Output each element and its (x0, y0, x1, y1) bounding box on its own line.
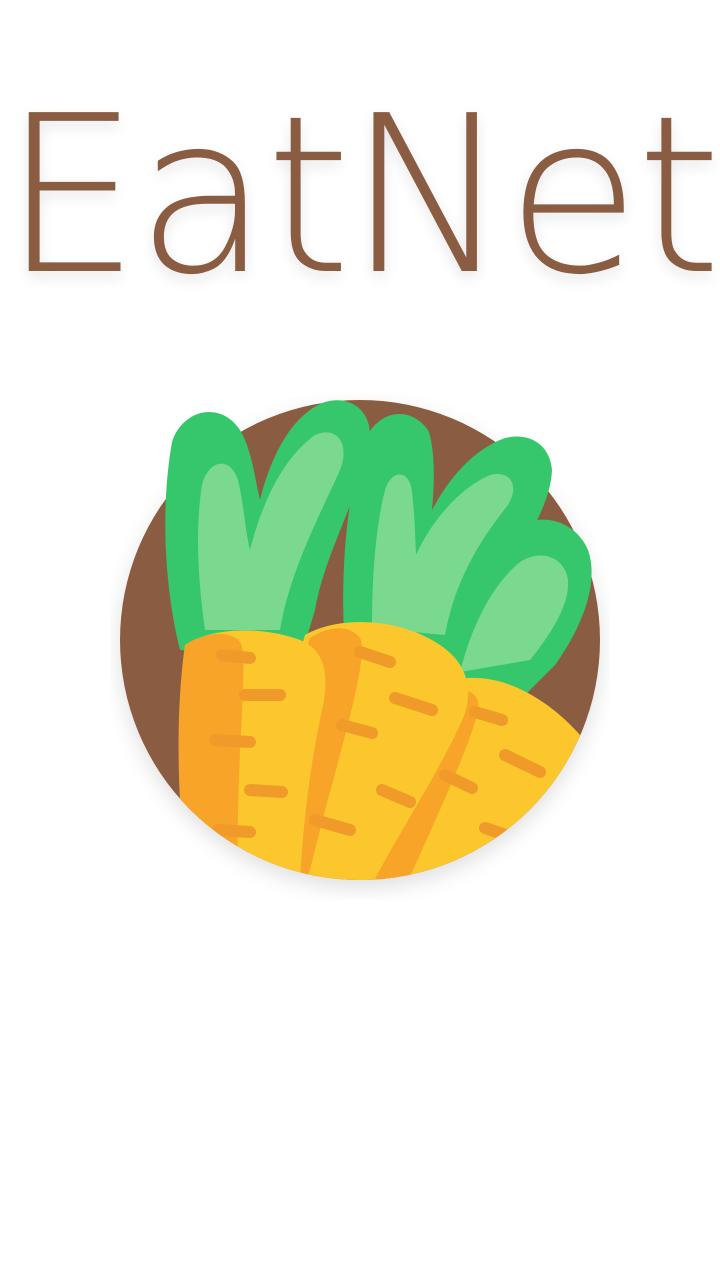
splash-screen: EatNet (0, 0, 720, 1280)
app-logo (110, 390, 610, 900)
app-title: EatNet (2, 70, 720, 323)
carrot-bunch-icon (120, 400, 600, 880)
